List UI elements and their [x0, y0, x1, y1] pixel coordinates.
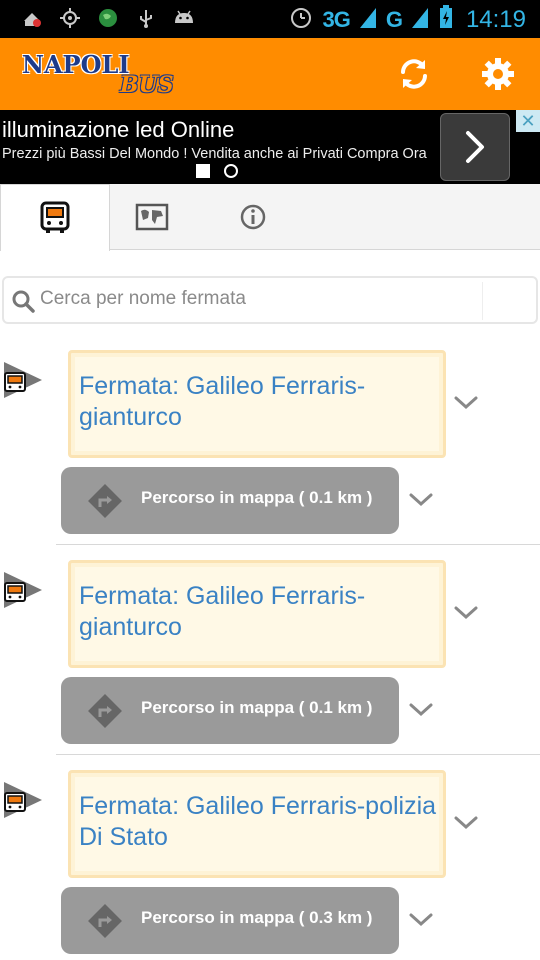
refresh-button[interactable]: [394, 54, 434, 94]
divider: [56, 754, 540, 755]
route-label[interactable]: Percorso in mappa ( 0.1 km ): [141, 488, 372, 508]
divider: [56, 544, 540, 545]
list-item[interactable]: Fermata: Galileo Ferraris-polizia Di Sta…: [0, 770, 540, 960]
logo-line2: BUS: [120, 72, 174, 98]
chevron-down-icon[interactable]: [453, 395, 479, 411]
search-placeholder[interactable]: Cerca per nome fermata: [40, 288, 246, 310]
route-map-button[interactable]: Percorso in mappa ( 0.1 km ): [61, 467, 399, 534]
network-type-g: G: [385, 6, 403, 32]
route-map-button[interactable]: Percorso in mappa ( 0.3 km ): [61, 887, 399, 954]
globe-icon: [96, 6, 120, 30]
ad-close-button[interactable]: ✕: [516, 110, 540, 132]
bus-stop-marker-icon: [4, 572, 42, 608]
android-icon: [172, 6, 196, 30]
stop-title[interactable]: Fermata: Galileo Ferraris-polizia Di Sta…: [79, 791, 447, 853]
ad-subtitle[interactable]: Prezzi più Bassi Del Mondo ! Vendita anc…: [2, 146, 427, 162]
route-label[interactable]: Percorso in mappa ( 0.1 km ): [141, 698, 372, 718]
logo-line1: NAPOLI: [22, 50, 130, 79]
tab-bus-stops[interactable]: [0, 184, 110, 251]
tab-bar: [0, 184, 540, 251]
ad-pager: [196, 164, 238, 178]
app-bar: NAPOLI BUS: [0, 38, 540, 110]
directions-icon: [88, 484, 122, 518]
stop-card[interactable]: Fermata: Galileo Ferraris-gianturco: [68, 560, 446, 668]
directions-icon: [88, 694, 122, 728]
battery-icon: [438, 4, 454, 35]
ad-banner[interactable]: illuminazione led Online Prezzi più Bass…: [0, 110, 540, 184]
signal-icon: [358, 4, 378, 35]
tab-info[interactable]: [210, 184, 296, 250]
list-item[interactable]: Fermata: Galileo Ferraris-gianturco Perc…: [0, 350, 540, 560]
alarm-icon: [288, 4, 314, 35]
gps-icon: [58, 6, 82, 30]
search-field[interactable]: Cerca per nome fermata: [2, 276, 538, 324]
stop-title[interactable]: Fermata: Galileo Ferraris-gianturco: [79, 581, 447, 643]
refresh-icon: [401, 59, 427, 89]
route-label[interactable]: Percorso in mappa ( 0.3 km ): [141, 908, 372, 928]
bus-stop-marker-icon: [4, 362, 42, 398]
bus-stop-marker-icon: [4, 782, 42, 818]
stop-card[interactable]: Fermata: Galileo Ferraris-gianturco: [68, 350, 446, 458]
chevron-right-icon: [466, 131, 484, 163]
ad-next-button[interactable]: [440, 113, 510, 181]
chevron-down-icon[interactable]: [408, 912, 434, 928]
tab-map[interactable]: [110, 184, 194, 250]
status-bar: 3G G 14:19: [0, 0, 540, 38]
usb-icon: [134, 6, 158, 30]
directions-icon: [88, 904, 122, 938]
ad-pager-dot-active: [196, 164, 210, 178]
network-type-3g: 3G: [322, 6, 350, 32]
gear-icon: [482, 58, 514, 90]
clock: 14:19: [465, 5, 526, 33]
chevron-down-icon[interactable]: [453, 815, 479, 831]
napoli-bus-logo: NAPOLI BUS: [22, 50, 192, 100]
app-update-icon: [20, 6, 44, 30]
signal-icon-2: [410, 4, 430, 35]
list-item[interactable]: Fermata: Galileo Ferraris-gianturco Perc…: [0, 560, 540, 770]
route-map-button[interactable]: Percorso in mappa ( 0.1 km ): [61, 677, 399, 744]
stop-title[interactable]: Fermata: Galileo Ferraris-gianturco: [79, 371, 447, 433]
info-icon: [240, 204, 266, 230]
bus-icon: [40, 201, 70, 233]
chevron-down-icon[interactable]: [408, 492, 434, 508]
search-icon: [12, 290, 35, 313]
search-divider: [482, 282, 483, 320]
ad-title[interactable]: illuminazione led Online: [2, 117, 234, 143]
map-icon: [135, 203, 169, 231]
settings-button[interactable]: [478, 54, 518, 94]
chevron-down-icon[interactable]: [408, 702, 434, 718]
stop-card[interactable]: Fermata: Galileo Ferraris-polizia Di Sta…: [68, 770, 446, 878]
ad-pager-dot: [224, 164, 238, 178]
chevron-down-icon[interactable]: [453, 605, 479, 621]
